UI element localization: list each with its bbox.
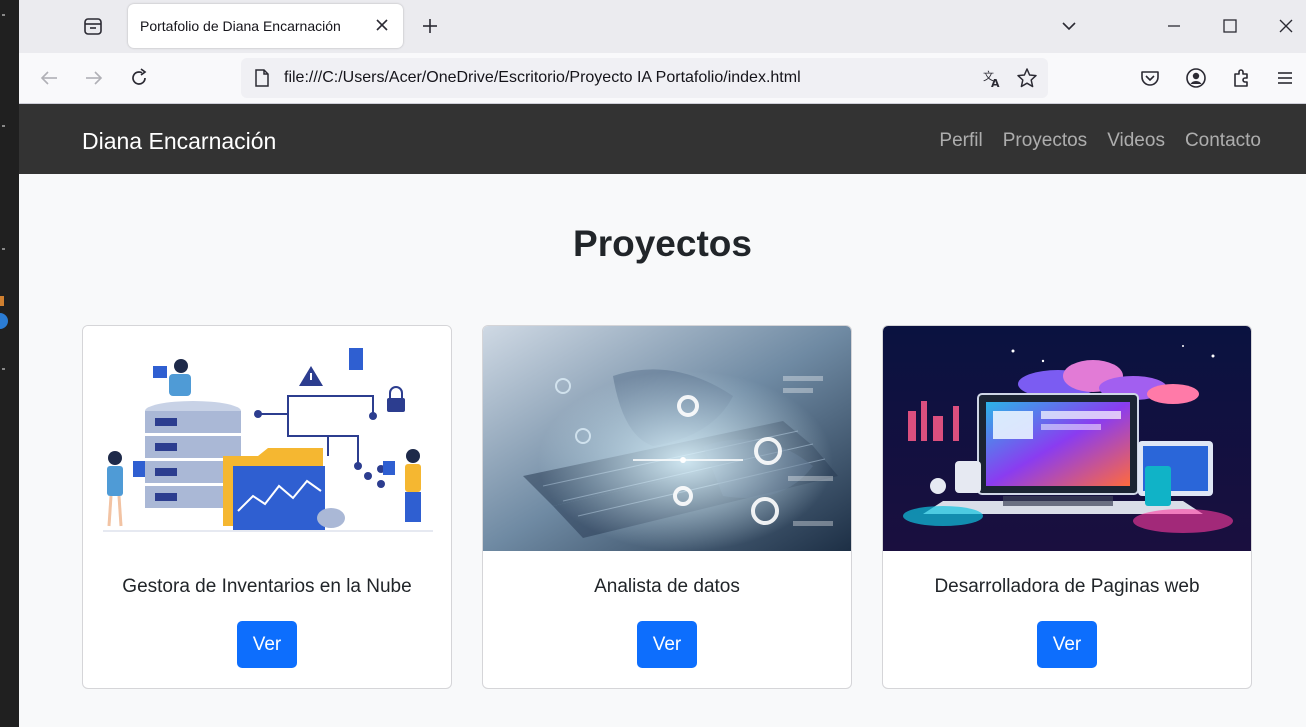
card-title: Gestora de Inventarios en la Nube — [122, 576, 412, 597]
card-image-web-developer — [883, 326, 1251, 551]
project-card: Analista de datos Ver — [482, 325, 852, 689]
extensions-icon[interactable] — [1229, 66, 1253, 90]
forward-arrow-icon[interactable] — [82, 66, 106, 90]
nav-link-proyectos[interactable]: Proyectos — [1003, 130, 1087, 152]
view-button[interactable]: Ver — [237, 621, 297, 668]
desktop-tick — [2, 248, 5, 250]
nav-link-videos[interactable]: Videos — [1107, 130, 1165, 152]
svg-text:A: A — [991, 77, 1000, 89]
account-icon[interactable] — [1184, 66, 1208, 90]
star-icon[interactable] — [1016, 67, 1038, 89]
desktop-tick — [2, 125, 5, 127]
card-image-cloud-inventory — [83, 326, 451, 551]
view-button[interactable]: Ver — [637, 621, 697, 668]
active-tab[interactable]: Portafolio de Diana Encarnación — [128, 4, 403, 48]
project-card: Gestora de Inventarios en la Nube Ver — [82, 325, 452, 689]
desktop-edge — [0, 0, 19, 727]
site-navbar: Diana Encarnación Perfil Proyectos Video… — [19, 104, 1306, 174]
desktop-tick — [2, 14, 5, 16]
page-content: Diana Encarnación Perfil Proyectos Video… — [19, 104, 1306, 727]
browser-window: Portafolio de Diana Encarnación file:///… — [19, 0, 1306, 727]
pocket-icon[interactable] — [1138, 66, 1162, 90]
card-title: Analista de datos — [594, 576, 740, 597]
browser-toolbar: file:///C:/Users/Acer/OneDrive/Escritori… — [19, 53, 1306, 104]
window-close-icon[interactable] — [1274, 14, 1298, 38]
tab-title: Portafolio de Diana Encarnación — [140, 18, 341, 34]
chevron-down-icon[interactable] — [1059, 16, 1079, 36]
project-card: Desarrolladora de Paginas web Ver — [882, 325, 1252, 689]
section-title: Proyectos — [573, 223, 752, 264]
card-image-data-analyst — [483, 326, 851, 551]
back-arrow-icon[interactable] — [37, 66, 61, 90]
url-text[interactable]: file:///C:/Users/Acer/OneDrive/Escritori… — [284, 69, 801, 87]
taskbar-indicator — [0, 296, 4, 306]
site-nav-links: Perfil Proyectos Videos Contacto — [939, 130, 1261, 152]
plus-icon[interactable] — [419, 15, 441, 37]
menu-icon[interactable] — [1273, 66, 1297, 90]
maximize-icon[interactable] — [1218, 14, 1242, 38]
view-button[interactable]: Ver — [1037, 621, 1097, 668]
card-title: Desarrolladora de Paginas web — [934, 576, 1200, 597]
nav-link-contacto[interactable]: Contacto — [1185, 130, 1261, 152]
site-brand[interactable]: Diana Encarnación — [82, 128, 276, 155]
close-icon[interactable] — [373, 16, 391, 34]
minimize-icon[interactable] — [1162, 14, 1186, 38]
tab-list-icon[interactable] — [82, 15, 104, 37]
taskbar-badge — [0, 313, 8, 329]
url-bar[interactable]: file:///C:/Users/Acer/OneDrive/Escritori… — [241, 58, 1048, 98]
tab-strip: Portafolio de Diana Encarnación — [19, 0, 1306, 53]
reload-icon[interactable] — [127, 66, 151, 90]
desktop-tick — [2, 368, 5, 370]
page-icon — [255, 69, 269, 87]
nav-link-perfil[interactable]: Perfil — [939, 130, 982, 152]
translate-icon[interactable]: 文 A — [981, 67, 1003, 89]
